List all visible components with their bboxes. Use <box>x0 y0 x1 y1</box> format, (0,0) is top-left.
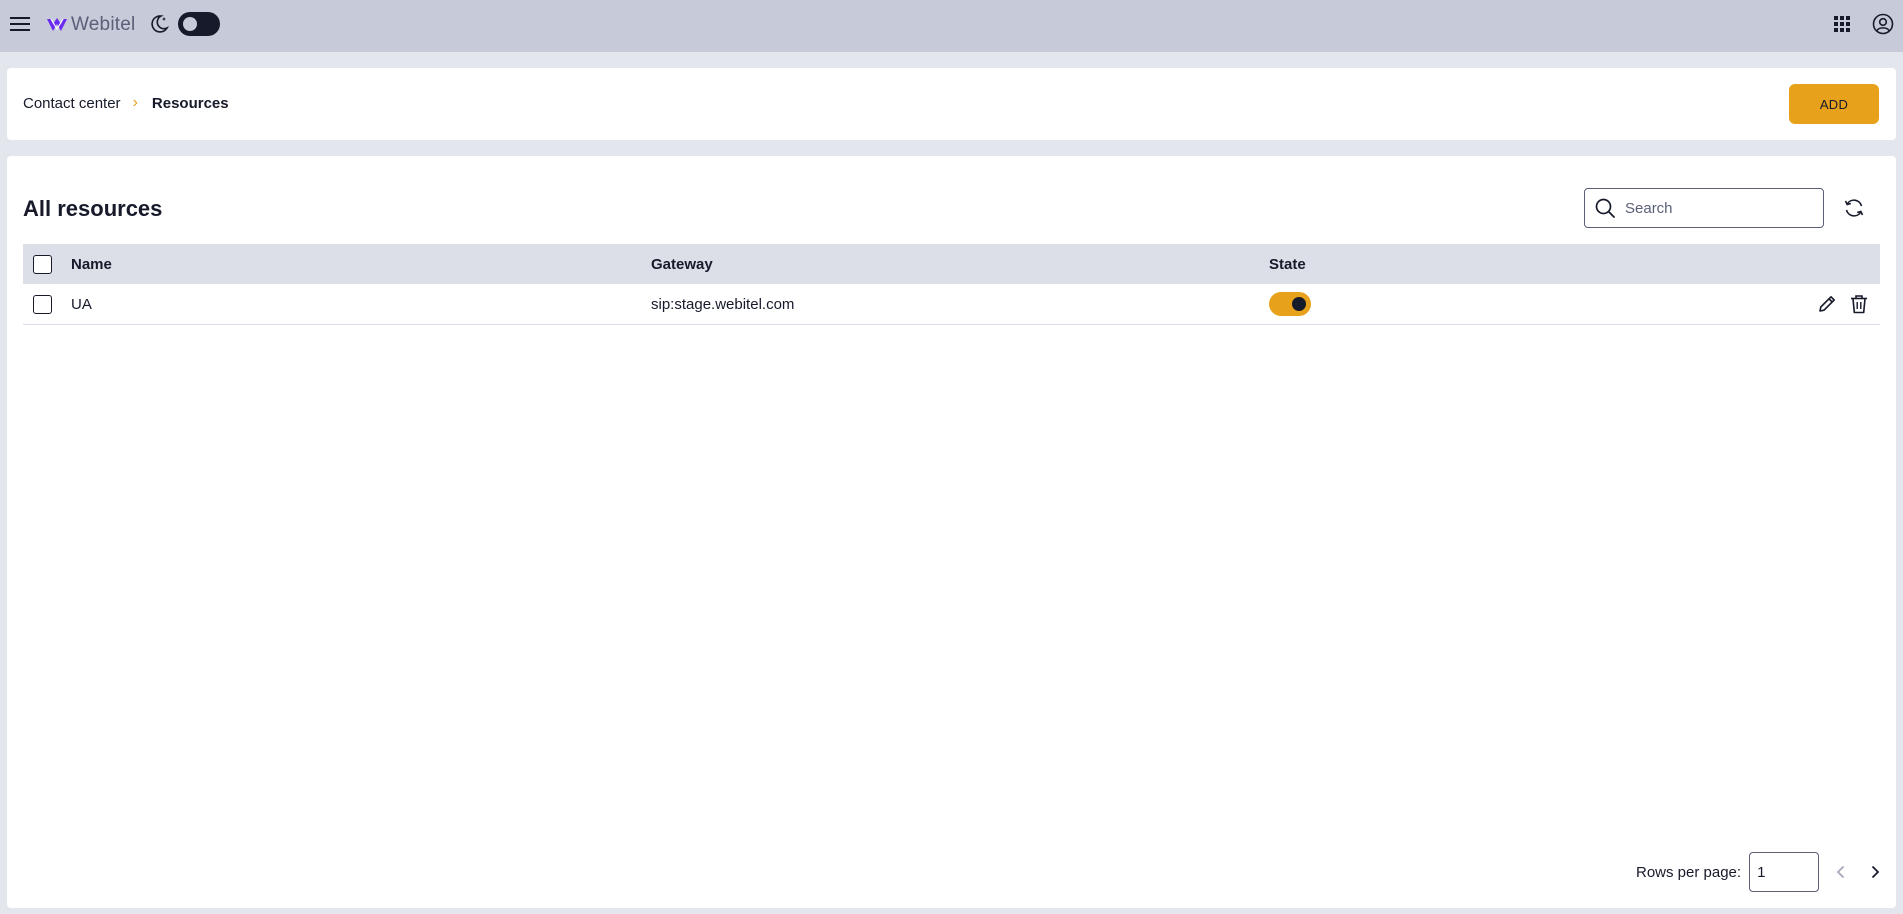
pencil-icon[interactable] <box>1815 292 1839 316</box>
cell-gateway: sip:stage.webitel.com <box>651 295 795 313</box>
moon-icon <box>147 12 171 36</box>
pagination: Rows per page: <box>1636 852 1887 892</box>
table-row: UA sip:stage.webitel.com <box>23 284 1880 325</box>
breadcrumb-separator-icon: › <box>132 94 138 111</box>
search-field[interactable] <box>1584 188 1824 228</box>
row-checkbox[interactable] <box>33 294 52 314</box>
trash-icon[interactable] <box>1847 292 1871 316</box>
breadcrumb: Contact center › Resources <box>23 94 229 112</box>
breadcrumb-contact-center[interactable]: Contact center <box>23 95 121 112</box>
webitel-logo-icon <box>47 18 67 31</box>
row-actions <box>1815 284 1871 324</box>
column-header-name[interactable]: Name <box>71 244 112 284</box>
refresh-icon[interactable] <box>1842 196 1866 220</box>
rows-per-page-input[interactable] <box>1749 852 1820 892</box>
resources-table: Name Gateway State UA sip:stage.webitel.… <box>23 244 1880 325</box>
add-button[interactable]: ADD <box>1789 84 1879 124</box>
top-app-bar: Webitel <box>0 0 1903 52</box>
breadcrumb-resources: Resources <box>151 94 229 112</box>
search-input[interactable] <box>1625 199 1815 217</box>
cell-name: UA <box>71 295 92 313</box>
logo-text: Webitel <box>71 14 136 35</box>
page-header: Contact center › Resources ADD <box>7 68 1896 140</box>
select-all-checkbox[interactable] <box>33 254 52 274</box>
table-header-row: Name Gateway State <box>23 244 1880 284</box>
row-checkbox-cell <box>33 284 52 324</box>
column-header-gateway[interactable]: Gateway <box>651 244 713 284</box>
state-toggle-knob <box>1292 297 1306 311</box>
search-icon <box>1585 189 1625 227</box>
cell-state <box>1269 284 1311 324</box>
page-title: All resources <box>23 196 163 221</box>
state-toggle[interactable] <box>1269 292 1311 316</box>
rows-per-page-label: Rows per page: <box>1636 863 1742 881</box>
apps-grid-icon[interactable] <box>1830 12 1854 36</box>
account-circle-icon[interactable] <box>1871 12 1895 36</box>
theme-toggle-knob <box>183 17 197 31</box>
webitel-logo[interactable]: Webitel <box>46 13 135 37</box>
resources-panel: All resources Name Gateway State UA <box>7 156 1896 908</box>
chevron-left-icon[interactable] <box>1829 860 1853 884</box>
column-header-state[interactable]: State <box>1269 244 1306 284</box>
hamburger-menu-icon[interactable] <box>8 12 32 36</box>
header-checkbox-cell <box>33 244 52 284</box>
theme-toggle[interactable] <box>178 12 220 36</box>
chevron-right-icon[interactable] <box>1863 860 1887 884</box>
